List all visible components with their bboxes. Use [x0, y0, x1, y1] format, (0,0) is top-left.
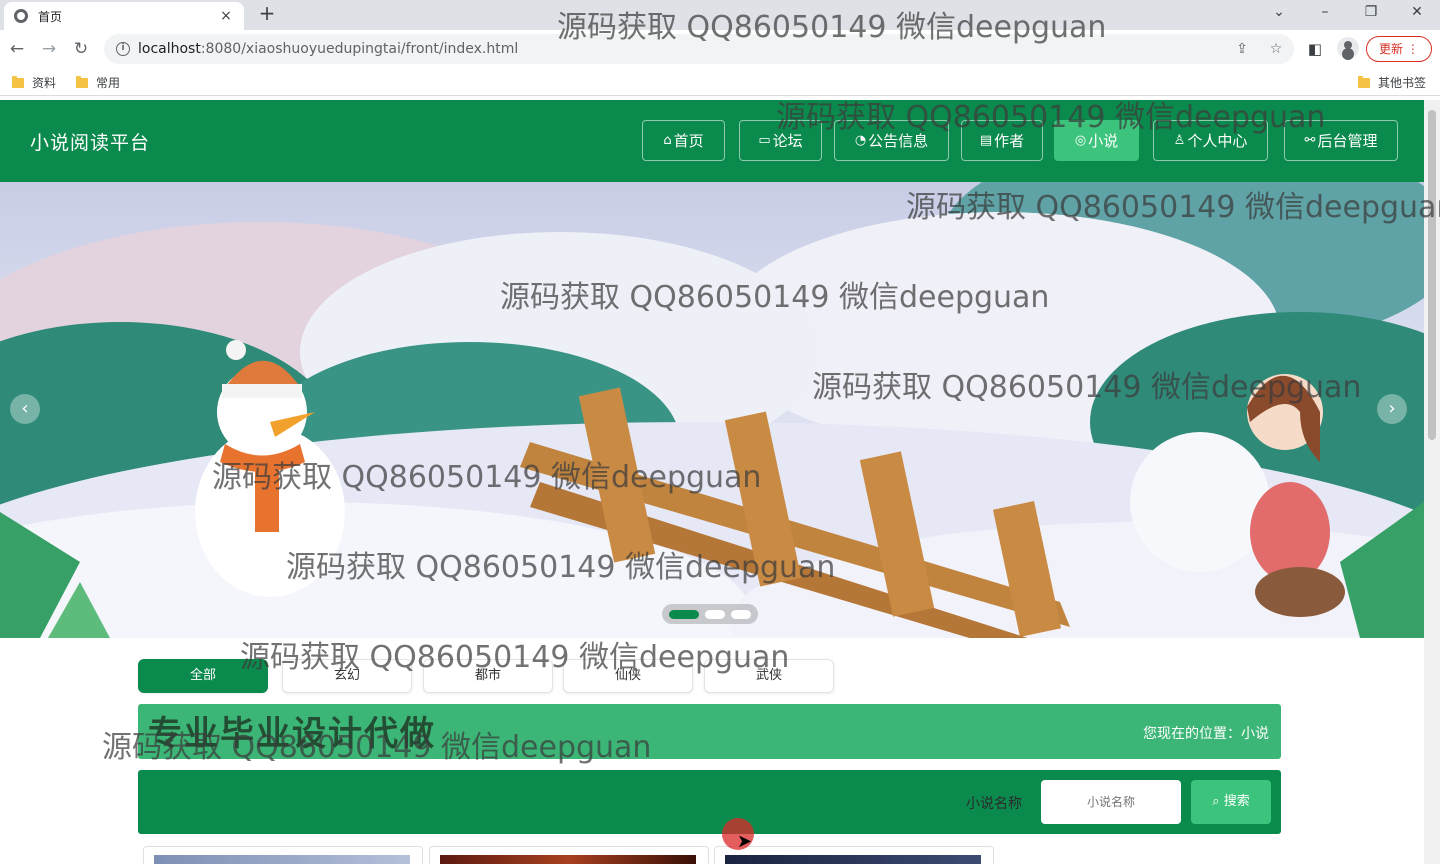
update-button[interactable]: 更新 ⋮: [1366, 36, 1432, 62]
site-title: 小说阅读平台: [30, 132, 151, 154]
bookmark-folder[interactable]: 常用: [76, 74, 120, 91]
update-label: 更新: [1379, 42, 1404, 56]
bookmark-label: 资料: [32, 76, 57, 90]
bookmark-folder[interactable]: 资料: [12, 74, 56, 91]
breadcrumb-bar: 专业毕业设计代做 您现在的位置：小说: [138, 704, 1281, 759]
browser-tab-bar: 首页 × + ⌄ – ❐ ✕: [0, 0, 1440, 30]
home-icon: ⌂: [663, 133, 672, 148]
novel-card[interactable]: [143, 846, 423, 864]
category-tab-dushi[interactable]: 都市: [423, 659, 553, 693]
back-icon[interactable]: ←: [6, 38, 28, 60]
search-bar: 小说名称 ⌕ 搜索: [138, 770, 1281, 834]
carousel-dot[interactable]: [705, 610, 725, 619]
nav-forum[interactable]: ▭ 论坛: [739, 120, 822, 161]
folder-icon: [1358, 75, 1370, 88]
nav-label: 论坛: [772, 132, 803, 150]
nav-label: 作者: [994, 132, 1025, 150]
search-label: 小说名称: [966, 796, 1022, 812]
novel-card-list: [0, 844, 1424, 864]
url-host: localhost: [138, 41, 201, 57]
address-bar[interactable]: i localhost:8080/xiaoshuoyuedupingtai/fr…: [104, 34, 1294, 64]
other-bookmarks-label: 其他书签: [1378, 76, 1427, 90]
category-tab-all[interactable]: 全部: [138, 659, 268, 693]
browser-tab[interactable]: 首页 ×: [4, 2, 244, 30]
breadcrumb: 您现在的位置：小说: [1143, 726, 1269, 742]
banner-carousel[interactable]: ‹ ›: [0, 182, 1424, 638]
announcement-icon: ◔: [854, 133, 867, 148]
nav-authors[interactable]: ▤ 作者: [961, 120, 1043, 161]
forward-icon[interactable]: →: [38, 38, 60, 60]
category-tab-xuanhuan[interactable]: 玄幻: [282, 659, 412, 693]
nav-label: 公告信息: [868, 132, 929, 150]
nav-admin[interactable]: ⚯ 后台管理: [1284, 120, 1398, 161]
page-scrollbar[interactable]: [1424, 100, 1440, 864]
nav-label: 后台管理: [1317, 132, 1378, 150]
nav-home[interactable]: ⌂ 首页: [642, 120, 725, 161]
novel-card[interactable]: [714, 846, 994, 864]
nav-profile[interactable]: ♙ 个人中心: [1153, 120, 1268, 161]
novel-cover: [154, 855, 410, 864]
overlay-watermark-text: 专业毕业设计代做: [148, 714, 436, 754]
restore-icon[interactable]: ❐: [1356, 2, 1386, 24]
reload-icon[interactable]: ↻: [70, 38, 92, 60]
novel-cover: [725, 855, 981, 864]
novel-icon: ◎: [1074, 133, 1087, 148]
bookmark-star-icon[interactable]: ☆: [1264, 34, 1288, 64]
url-path: :8080/xiaoshuoyuedupingtai/front/index.h…: [200, 41, 519, 57]
share-icon[interactable]: ⇪: [1230, 34, 1254, 64]
link-icon: ⚯: [1304, 133, 1316, 148]
carousel-dot[interactable]: [669, 610, 699, 619]
winter-illustration: [0, 182, 1424, 638]
close-window-icon[interactable]: ✕: [1402, 2, 1432, 24]
web-page: 小说阅读平台 ⌂ 首页 ▭ 论坛 ◔ 公告信息 ▤ 作者 ◎ 小说 ♙ 个人中心 ⚯ 后台管理: [0, 100, 1424, 864]
site-info-icon[interactable]: i: [116, 42, 130, 56]
carousel-dot[interactable]: [731, 610, 751, 619]
user-icon: ♙: [1173, 133, 1186, 148]
nav-label: 小说: [1088, 132, 1119, 150]
nav-novels[interactable]: ◎ 小说: [1054, 120, 1139, 161]
search-icon: ⌕: [1212, 794, 1220, 809]
nav-label: 个人中心: [1187, 132, 1248, 150]
bookmark-label: 常用: [96, 76, 121, 90]
author-icon: ▤: [979, 133, 993, 148]
banner-prev-arrow[interactable]: ‹: [10, 394, 40, 424]
scrollbar-thumb[interactable]: [1428, 110, 1436, 440]
tab-title: 首页: [38, 9, 63, 24]
category-tab-xianxia[interactable]: 仙侠: [563, 659, 693, 693]
folder-icon: [76, 75, 88, 88]
profile-avatar[interactable]: [1337, 37, 1359, 59]
globe-icon: [14, 9, 28, 23]
nav-label: 首页: [673, 132, 704, 150]
bookmarks-bar: 资料 常用 其他书签: [0, 68, 1440, 96]
new-tab-button[interactable]: +: [256, 3, 278, 25]
side-panel-icon[interactable]: ◧: [1304, 38, 1326, 60]
browser-toolbar: ← → ↻ i localhost:8080/xiaoshuoyueduping…: [0, 30, 1440, 68]
mouse-cursor-icon: ➤: [737, 831, 753, 852]
search-button-label: 搜索: [1223, 794, 1250, 809]
novel-card[interactable]: [429, 846, 709, 864]
search-button[interactable]: ⌕ 搜索: [1191, 780, 1271, 824]
carousel-indicators: [662, 604, 758, 624]
folder-icon: [12, 75, 24, 88]
banner-next-arrow[interactable]: ›: [1377, 394, 1407, 424]
minimize-icon[interactable]: –: [1310, 2, 1340, 24]
tab-search-icon[interactable]: ⌄: [1264, 2, 1294, 24]
tab-close-icon[interactable]: ×: [218, 8, 234, 24]
forum-icon: ▭: [758, 133, 771, 148]
site-header: 小说阅读平台 ⌂ 首页 ▭ 论坛 ◔ 公告信息 ▤ 作者 ◎ 小说 ♙ 个人中心 ⚯ 后台管理: [0, 100, 1424, 182]
category-tab-wuxia[interactable]: 武侠: [704, 659, 834, 693]
novel-cover: [440, 855, 696, 864]
novel-name-input[interactable]: [1041, 780, 1181, 824]
other-bookmarks[interactable]: 其他书签: [1358, 74, 1426, 91]
nav-announcements[interactable]: ◔ 公告信息: [834, 120, 949, 161]
